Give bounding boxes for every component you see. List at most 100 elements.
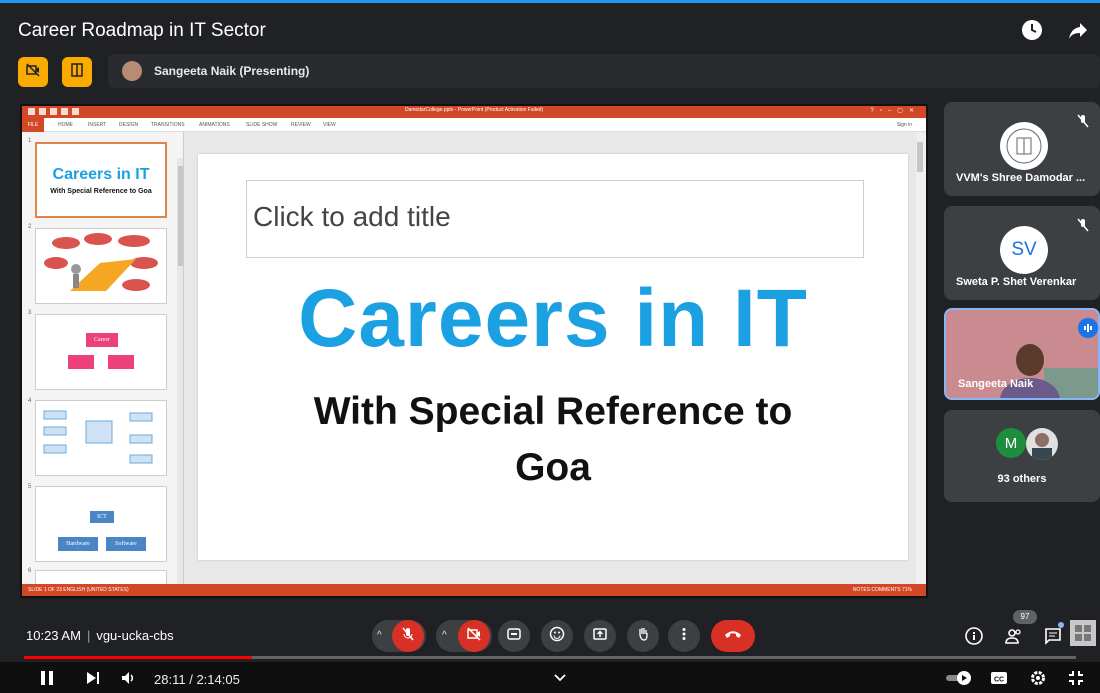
participant-tile-sangeeta[interactable]: Sangeeta Naik (944, 308, 1100, 400)
activities-icon[interactable] (1070, 620, 1096, 646)
mic-toggle-button[interactable] (392, 620, 424, 652)
ppt-tab-design: DESIGN (119, 122, 139, 128)
duration: 2:14:05 (196, 672, 240, 687)
clock-time: 10:23 AM (26, 628, 81, 643)
emoji-button[interactable] (541, 620, 573, 652)
end-call-icon (723, 627, 743, 645)
ppt-ribbon: FILE HOME INSERT DESIGN TRANSITIONS ANIM… (22, 118, 926, 132)
thumb5-ict: ICT (90, 511, 114, 523)
subtitle-line-2: Goa (515, 446, 591, 489)
participant-name: Sangeeta Naik (958, 378, 1034, 390)
thumb1-title: Careers in IT (52, 166, 150, 183)
thumb3-box-right (108, 355, 134, 369)
avatar-photo (1026, 428, 1058, 460)
clock-icon[interactable] (1020, 18, 1044, 42)
participant-tile-sweta[interactable]: SV Sweta P. Shet Verenkar (944, 206, 1100, 300)
share-icon[interactable] (1066, 18, 1090, 42)
more-icon (676, 626, 692, 647)
participant-tile-vvm[interactable]: VVM's Shree Damodar ... (944, 102, 1100, 196)
settings-icon[interactable] (1029, 669, 1047, 687)
window-controls-icon: ?▫–▢✕ (870, 108, 920, 114)
autoplay-toggle-icon[interactable] (944, 669, 976, 687)
thumb-number: 6 (28, 568, 32, 574)
chevron-down-icon[interactable] (551, 669, 569, 687)
video-top-actions (1020, 18, 1090, 42)
cc-icon[interactable]: CC (990, 669, 1008, 687)
fullscreen-exit-icon[interactable] (1067, 669, 1085, 687)
thumb-number: 5 (28, 484, 32, 490)
present-icon (592, 626, 608, 647)
thumb2-graphic (44, 233, 158, 291)
raise-hand-button[interactable] (627, 620, 659, 652)
title-placeholder-text: Click to add title (253, 201, 451, 232)
thumbnail-slide-1: Careers in IT With Special Reference to … (35, 142, 167, 218)
info-icon[interactable] (964, 626, 984, 646)
chevron-up-icon[interactable]: ^ (442, 630, 447, 641)
ppt-statusbar: SLIDE 1 OF 23 ENGLISH (UNITED STATES) NO… (22, 584, 926, 596)
participant-tile-others[interactable]: M 93 others (944, 410, 1100, 502)
next-icon[interactable] (84, 669, 102, 687)
camera-toggle-button[interactable] (458, 620, 490, 652)
thumbnail-slide-5: ICT Hardware Software (35, 486, 167, 562)
ppt-tab-insert: INSERT (88, 122, 107, 128)
ppt-tab-review: REVIEW (291, 122, 311, 128)
people-icon[interactable] (1004, 626, 1024, 646)
ppt-titlebar: DamodarCollege.pptx - PowerPoint (Produc… (22, 106, 926, 118)
raise-hand-icon (635, 626, 651, 647)
ppt-tab-slideshow: SLIDE SHOW (246, 122, 278, 128)
meeting-info: 10:23 AM | vgu-ucka-cbs (26, 628, 174, 643)
layout-icon (69, 62, 85, 83)
chevron-up-icon[interactable]: ^ (377, 630, 382, 641)
ppt-tab-transitions: TRANSITIONS (151, 122, 185, 128)
mic-off-icon (1076, 218, 1090, 232)
ppt-window-title: DamodarCollege.pptx - PowerPoint (Produc… (404, 107, 544, 113)
thumb-number: 3 (28, 310, 32, 316)
end-call-button[interactable] (711, 620, 755, 652)
pause-icon[interactable] (38, 669, 56, 687)
chat-unread-dot (1058, 622, 1064, 628)
video-title[interactable]: Career Roadmap in IT Sector (18, 20, 266, 42)
captions-button[interactable] (498, 620, 530, 652)
title-placeholder-box: Click to add title (246, 180, 864, 258)
thumb-number: 1 (28, 138, 32, 144)
ppt-sign-in: Sign in (896, 122, 912, 128)
mic-off-icon (400, 626, 416, 647)
speaking-indicator-icon (1078, 318, 1098, 338)
captions-icon (506, 626, 522, 647)
ppt-tab-home: HOME (58, 122, 73, 128)
screen: Career Roadmap in IT Sector Sangeeta Nai… (0, 0, 1100, 693)
thumb1-subtitle: With Special Reference to Goa (50, 188, 152, 195)
time-separator: / (189, 672, 193, 687)
video-player-controls: 28:11 / 2:14:05 CC (0, 662, 1100, 693)
ppt-status-right: NOTES COMMENTS 71% (852, 587, 912, 593)
thumbnail-scrollbar (177, 158, 183, 588)
ppt-status-left: SLIDE 1 OF 23 ENGLISH (UNITED STATES) (28, 587, 129, 593)
present-button[interactable] (584, 620, 616, 652)
meet-header: Sangeeta Naik (Presenting) (0, 52, 1100, 90)
thumbnail-slide-2 (35, 228, 167, 304)
participant-name: Sweta P. Shet Verenkar (956, 276, 1077, 288)
ppt-tab-view: VIEW (323, 122, 336, 128)
slide-editor: Click to add title Careers in IT With Sp… (184, 132, 924, 588)
camera-off-icon (466, 626, 482, 647)
camera-off-button[interactable] (18, 57, 48, 87)
chat-icon[interactable] (1043, 626, 1063, 646)
slide-scrollbar (916, 132, 924, 588)
ppt-tab-animations: ANIMATIONS (199, 122, 230, 128)
mic-off-icon (1076, 114, 1090, 128)
more-options-button[interactable] (668, 620, 700, 652)
thumb3-career-box: Career (86, 333, 118, 347)
volume-icon[interactable] (120, 669, 138, 687)
layout-button[interactable] (62, 57, 92, 87)
current-time: 28:11 (154, 672, 186, 687)
thumbnail-slide-3: Career (35, 314, 167, 390)
thumb5-hardware: Hardware (58, 537, 98, 551)
participant-count-badge: 97 (1013, 610, 1037, 624)
svg-text:CC: CC (994, 677, 1004, 684)
meet-controls: 10:23 AM | vgu-ucka-cbs ^ ^ (0, 608, 1100, 658)
thumb3-box-left (68, 355, 94, 369)
thumb5-software: Software (106, 537, 146, 551)
avatar: SV (1000, 226, 1048, 274)
separator: | (86, 628, 91, 643)
slide-main-title: Careers in IT (298, 273, 808, 364)
